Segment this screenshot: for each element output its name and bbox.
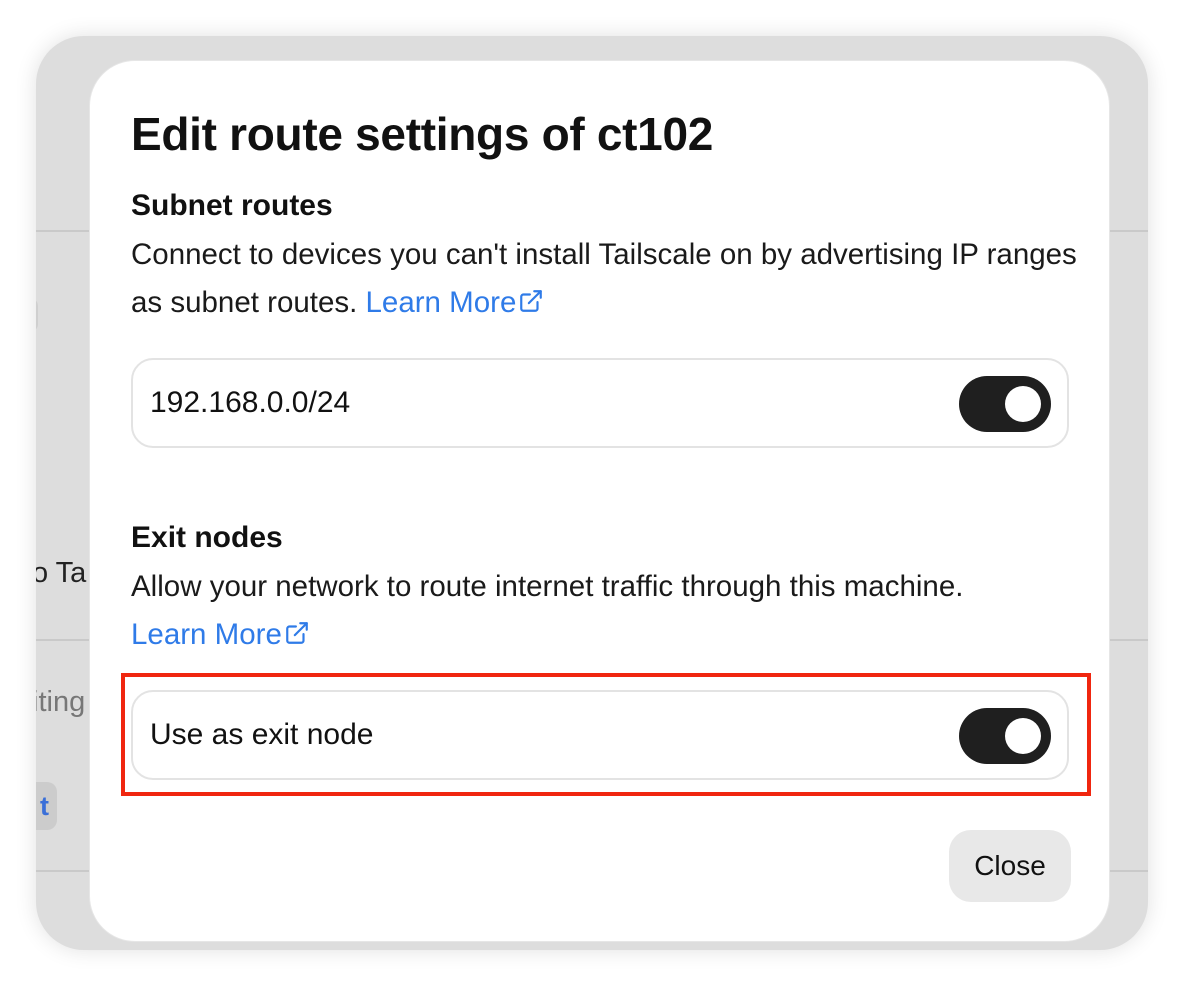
subnet-route-row: 192.168.0.0/24 <box>131 358 1069 448</box>
subnet-learn-more-label: Learn More <box>365 286 517 319</box>
toggle-knob <box>1005 386 1041 422</box>
background-text-fragment: iting <box>36 686 86 718</box>
close-button[interactable]: Close <box>949 830 1071 902</box>
external-link-icon <box>520 290 543 312</box>
subnet-learn-more-link[interactable]: Learn More <box>366 286 545 319</box>
route-settings-dialog: Edit route settings of ct102 Subnet rout… <box>89 60 1110 942</box>
subnet-routes-description: Connect to devices you can't install Tai… <box>131 231 1091 327</box>
subnet-route-toggle[interactable] <box>959 376 1051 432</box>
exit-nodes-description-text: Allow your network to route internet tra… <box>131 570 964 603</box>
exit-node-row: Use as exit node <box>131 690 1069 780</box>
external-link-icon <box>286 622 308 644</box>
toggle-knob <box>1005 718 1041 754</box>
subnet-routes-description-text: Connect to devices you can't install Tai… <box>131 238 1077 319</box>
exit-node-toggle[interactable] <box>959 708 1051 764</box>
exit-learn-more-label: Learn More <box>131 618 282 651</box>
background-button: t <box>36 782 57 830</box>
subnet-route-label: 192.168.0.0/24 <box>150 386 351 419</box>
exit-node-label: Use as exit node <box>150 718 374 751</box>
exit-nodes-description: Allow your network to route internet tra… <box>131 563 1091 659</box>
background-control <box>36 298 38 332</box>
exit-nodes-heading: Exit nodes <box>131 521 283 554</box>
background-text-fragment: o Ta <box>36 557 87 589</box>
subnet-routes-heading: Subnet routes <box>131 189 333 222</box>
exit-learn-more-link[interactable]: Learn More <box>131 618 310 651</box>
dialog-title: Edit route settings of ct102 <box>131 108 714 160</box>
